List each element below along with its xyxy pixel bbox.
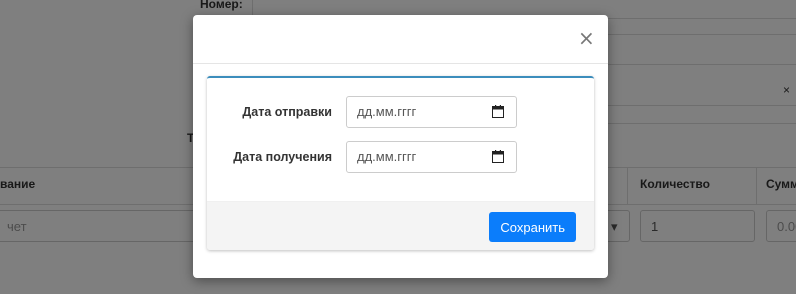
- save-button[interactable]: Сохранить: [489, 212, 576, 242]
- receive-date-placeholder: дд.мм.гггг: [357, 149, 417, 164]
- form-panel: Дата отправки дд.мм.гггг Дата получения …: [207, 76, 594, 250]
- calendar-icon[interactable]: [492, 105, 504, 118]
- receive-date-label: Дата получения: [233, 150, 332, 164]
- ship-date-input[interactable]: дд.мм.гггг: [346, 96, 517, 128]
- modal-header: ×: [193, 15, 608, 64]
- receive-date-input[interactable]: дд.мм.гггг: [346, 141, 517, 173]
- panel-footer: Сохранить: [207, 201, 594, 250]
- calendar-icon[interactable]: [492, 150, 504, 163]
- ship-date-placeholder: дд.мм.гггг: [357, 104, 417, 119]
- receive-date-row: Дата получения дд.мм.гггг: [207, 141, 594, 173]
- close-icon[interactable]: ×: [578, 28, 595, 48]
- date-modal: × Дата отправки дд.мм.гггг Дата получени…: [193, 15, 608, 278]
- ship-date-row: Дата отправки дд.мм.гггг: [207, 96, 594, 128]
- ship-date-label: Дата отправки: [242, 105, 332, 119]
